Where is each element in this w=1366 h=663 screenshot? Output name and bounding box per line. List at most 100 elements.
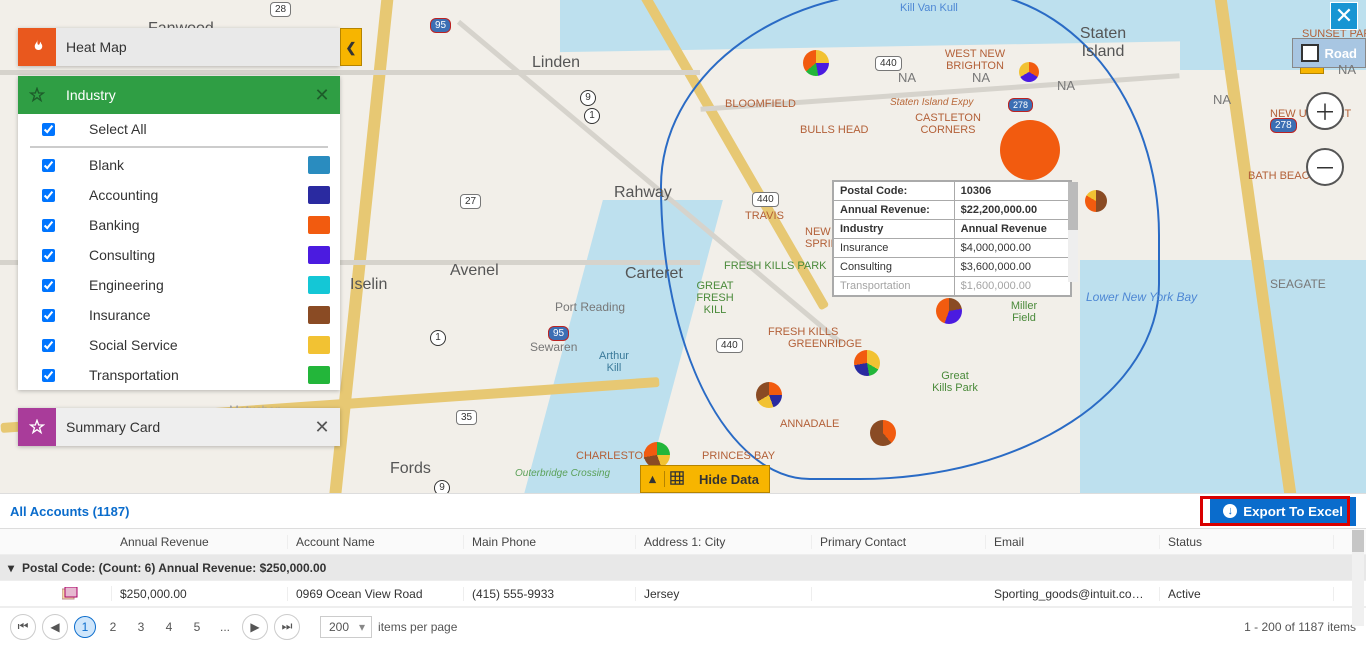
road-label: Staten Island Expy <box>890 97 973 108</box>
tooltip-scrollbar[interactable] <box>1068 182 1078 282</box>
grid-scrollbar[interactable] <box>1352 530 1364 626</box>
export-label: Export To Excel <box>1243 504 1343 519</box>
data-marker-large[interactable] <box>1000 120 1060 180</box>
page-size-select[interactable]: 200 <box>320 616 372 638</box>
popup-cell: Consulting <box>834 258 955 277</box>
map-tooltip: Postal Code:10306 Annual Revenue:$22,200… <box>832 180 1072 297</box>
industry-filter-item[interactable]: Consulting <box>18 240 340 270</box>
industry-label: Consulting <box>89 247 308 263</box>
industry-checkbox[interactable] <box>42 309 55 322</box>
industry-header[interactable]: Industry ✕ <box>18 76 340 114</box>
hide-data-toggle[interactable]: ▴ Hide Data <box>640 465 770 493</box>
grid-data-row[interactable]: $250,000.00 0969 Ocean View Road (415) 5… <box>0 581 1366 607</box>
place-label: Fords <box>390 460 431 478</box>
select-all-checkbox[interactable] <box>42 123 55 136</box>
pager-page-number[interactable]: 1 <box>74 616 96 638</box>
data-marker-pie[interactable] <box>803 50 829 76</box>
data-marker-pie[interactable] <box>854 350 880 376</box>
group-text: Postal Code: (Count: 6) Annual Revenue: … <box>22 561 326 575</box>
industry-filter-item[interactable]: Accounting <box>18 180 340 210</box>
industry-color-swatch <box>308 246 330 264</box>
pager-page-number[interactable]: 3 <box>130 616 152 638</box>
export-to-excel-button[interactable]: ↓ Export To Excel <box>1210 497 1356 526</box>
pager-more[interactable]: ... <box>214 616 236 638</box>
place-label: Avenel <box>450 262 499 280</box>
neighborhood-label: WEST NEW BRIGHTON <box>940 48 1010 72</box>
place-label: Port Reading <box>555 300 625 314</box>
industry-checkbox[interactable] <box>42 369 55 382</box>
industry-checkbox[interactable] <box>42 339 55 352</box>
collapse-group-icon[interactable]: ▾ <box>8 561 22 575</box>
zoom-in-button[interactable]: ＋ <box>1306 92 1344 130</box>
industry-filter-item[interactable]: Transportation <box>18 360 340 390</box>
data-marker-pie[interactable] <box>936 298 962 324</box>
heat-map-header[interactable]: Heat Map <box>18 28 340 66</box>
column-header[interactable]: Annual Revenue <box>112 535 288 549</box>
industry-checkbox[interactable] <box>42 249 55 262</box>
water-label: Arthur Kill <box>594 350 634 374</box>
place-label: Linden <box>532 54 580 72</box>
scrollbar-thumb[interactable] <box>1352 530 1364 552</box>
industry-checkbox[interactable] <box>42 219 55 232</box>
industry-checkbox[interactable] <box>42 279 55 292</box>
heat-map-title: Heat Map <box>56 39 340 55</box>
column-header[interactable]: Status <box>1160 535 1334 549</box>
neighborhood-label: NEW SPRINGVILLE <box>805 226 835 250</box>
interstate-shield: 278 <box>1008 98 1033 112</box>
close-industry-button[interactable]: ✕ <box>304 85 340 106</box>
data-marker-pie[interactable] <box>756 382 782 408</box>
zoom-out-button[interactable]: － <box>1306 148 1344 186</box>
pager-next-button[interactable]: ▶ <box>242 614 268 640</box>
data-marker-pie[interactable] <box>1085 190 1107 212</box>
neighborhood-label: CHARLESTON <box>576 450 651 462</box>
row-type-icon <box>28 586 112 601</box>
industry-checkbox[interactable] <box>42 189 55 202</box>
column-header[interactable]: Email <box>986 535 1160 549</box>
industry-select-all[interactable]: Select All <box>18 114 340 144</box>
column-header[interactable]: Account Name <box>288 535 464 549</box>
cell-city: Jersey <box>636 587 812 601</box>
column-header[interactable]: Address 1: City <box>636 535 812 549</box>
collapse-left-panel-button[interactable]: ❮ <box>340 28 362 66</box>
route-shield: 440 <box>752 192 779 207</box>
close-summary-button[interactable]: ✕ <box>304 417 340 438</box>
route-shield: 1 <box>584 108 600 124</box>
column-header[interactable]: Main Phone <box>464 535 636 549</box>
grid-group-row[interactable]: ▾ Postal Code: (Count: 6) Annual Revenue… <box>0 555 1366 581</box>
industry-filter-panel: Industry ✕ Select All BlankAccounting Ban… <box>18 76 340 390</box>
place-label: Staten Island <box>1073 25 1133 61</box>
per-page-label: items per page <box>378 620 457 634</box>
na-label: NA <box>1213 92 1231 107</box>
industry-title: Industry <box>56 87 304 103</box>
industry-filter-item[interactable]: Engineering <box>18 270 340 300</box>
close-map-button[interactable]: ✕ <box>1330 2 1358 30</box>
column-header[interactable]: Primary Contact <box>812 535 986 549</box>
place-label: Rahway <box>614 184 672 202</box>
summary-card-title: Summary Card <box>56 419 304 435</box>
industry-filter-item[interactable]: Banking <box>18 210 340 240</box>
cell-account-name: 0969 Ocean View Road <box>288 587 464 601</box>
place-label: SEAGATE <box>1270 277 1326 291</box>
pager-last-button[interactable]: ⏭ <box>274 614 300 640</box>
industry-filter-item[interactable]: Insurance <box>18 300 340 330</box>
neighborhood-label: BULLS HEAD <box>800 124 868 136</box>
pager-prev-button[interactable]: ◀ <box>42 614 68 640</box>
data-marker-pie[interactable] <box>870 420 896 446</box>
summary-card-header[interactable]: Summary Card ✕ <box>18 408 340 446</box>
industry-filter-item[interactable]: Blank <box>18 150 340 180</box>
pager-first-button[interactable]: ⏮ <box>10 614 36 640</box>
scrollbar-thumb[interactable] <box>1068 182 1078 230</box>
road-label: Outerbridge Crossing <box>515 468 610 479</box>
industry-filter-item[interactable]: Social Service <box>18 330 340 360</box>
neighborhood-label: ANNADALE <box>780 418 839 430</box>
view-link[interactable]: All Accounts (1187) <box>10 504 129 519</box>
pager-page-number[interactable]: 5 <box>186 616 208 638</box>
pager-page-number[interactable]: 2 <box>102 616 124 638</box>
map-canvas[interactable]: Fanwood Linden Rahway Avenel Iselin Cart… <box>0 0 1366 493</box>
industry-color-swatch <box>308 306 330 324</box>
industry-checkbox[interactable] <box>42 159 55 172</box>
data-marker-pie[interactable] <box>1019 62 1039 82</box>
industry-label: Banking <box>89 217 308 233</box>
pager-page-number[interactable]: 4 <box>158 616 180 638</box>
cell-status: Active <box>1160 587 1334 601</box>
